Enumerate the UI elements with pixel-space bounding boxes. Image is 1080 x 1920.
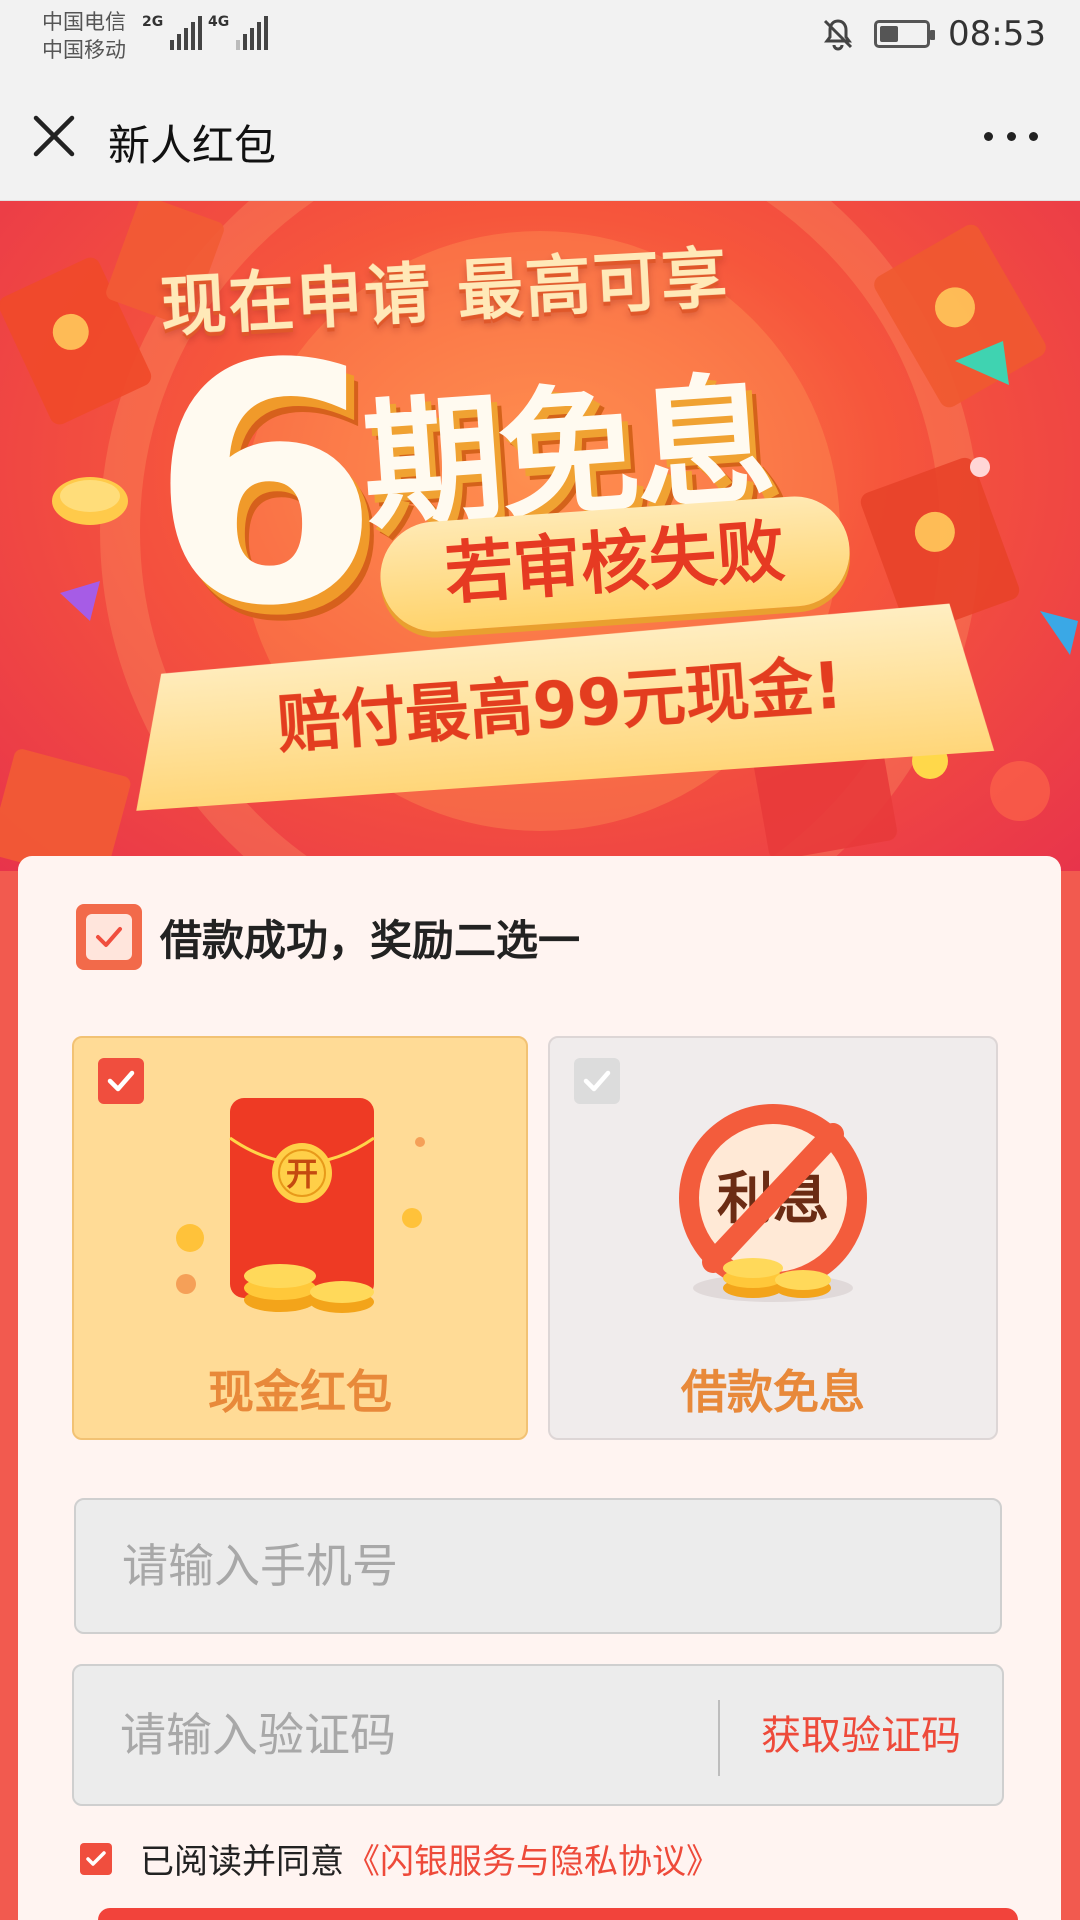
- carrier-1: 中国电信: [42, 10, 126, 34]
- more-button[interactable]: [976, 106, 1046, 166]
- reward-card: 借款成功，奖励二选一 开 现金红包 借款免息 请输入手机号 请输入验证码 获取验…: [18, 856, 1061, 1920]
- close-button[interactable]: [24, 106, 84, 166]
- close-icon: [33, 115, 75, 157]
- promo-banner[interactable]: 现在申请 最高可享 6 期免息 若审核失败 赔付最高99元现金!: [0, 201, 1080, 871]
- code-input[interactable]: [74, 1666, 714, 1804]
- carrier-2: 中国移动: [42, 38, 126, 62]
- option-badge-text: 开: [286, 1155, 318, 1193]
- option-interest-free[interactable]: 利息 借款免息: [548, 1036, 998, 1440]
- nav-bar: 新人红包: [0, 76, 1080, 201]
- banner-big-number: 6: [150, 294, 380, 678]
- reward-title: 借款成功，奖励二选一: [160, 915, 581, 965]
- check-icon: [86, 1850, 106, 1866]
- battery-icon: [874, 20, 936, 48]
- agree-text: 已阅读并同意: [140, 1842, 344, 1882]
- option-checkbox-unchecked[interactable]: [574, 1058, 620, 1104]
- status-time: 08:53: [948, 14, 1046, 54]
- reward-header: 借款成功，奖励二选一: [76, 904, 580, 970]
- phone-input[interactable]: [76, 1500, 1000, 1632]
- submit-button[interactable]: [98, 1908, 1018, 1920]
- check-icon: [107, 1070, 135, 1092]
- agreement-row: 已阅读并同意 《闪银服务与隐私协议》: [80, 1834, 720, 1883]
- more-icon: [984, 131, 1038, 141]
- check-icon: [583, 1070, 611, 1092]
- agree-checkbox[interactable]: [80, 1842, 112, 1875]
- network-type-1: 2G: [142, 14, 164, 30]
- get-code-button[interactable]: 获取验证码: [720, 1666, 1002, 1804]
- signal-icon: 4G: [208, 14, 269, 50]
- checklist-icon: [76, 904, 142, 970]
- no-interest-icon: 利息: [679, 1104, 867, 1302]
- option-cash-red-packet[interactable]: 开 现金红包: [72, 1036, 528, 1440]
- option-label: 借款免息: [681, 1365, 865, 1419]
- privacy-agreement-link[interactable]: 《闪银服务与隐私协议》: [346, 1834, 720, 1883]
- mute-bell-icon: [823, 19, 853, 51]
- signal-icon: 2G: [142, 14, 203, 50]
- option-checkbox-checked[interactable]: [98, 1058, 144, 1104]
- status-bar: 中国电信 中国移动 2G 4G 08:53: [0, 0, 1080, 76]
- red-envelope-icon: 开: [176, 1098, 425, 1313]
- network-type-2: 4G: [208, 14, 230, 30]
- code-field[interactable]: 获取验证码: [72, 1664, 1004, 1806]
- option-label: 现金红包: [208, 1365, 392, 1419]
- phone-field[interactable]: [74, 1498, 1002, 1634]
- page-title: 新人红包: [108, 121, 277, 170]
- carrier-names: 中国电信 中国移动: [42, 8, 126, 64]
